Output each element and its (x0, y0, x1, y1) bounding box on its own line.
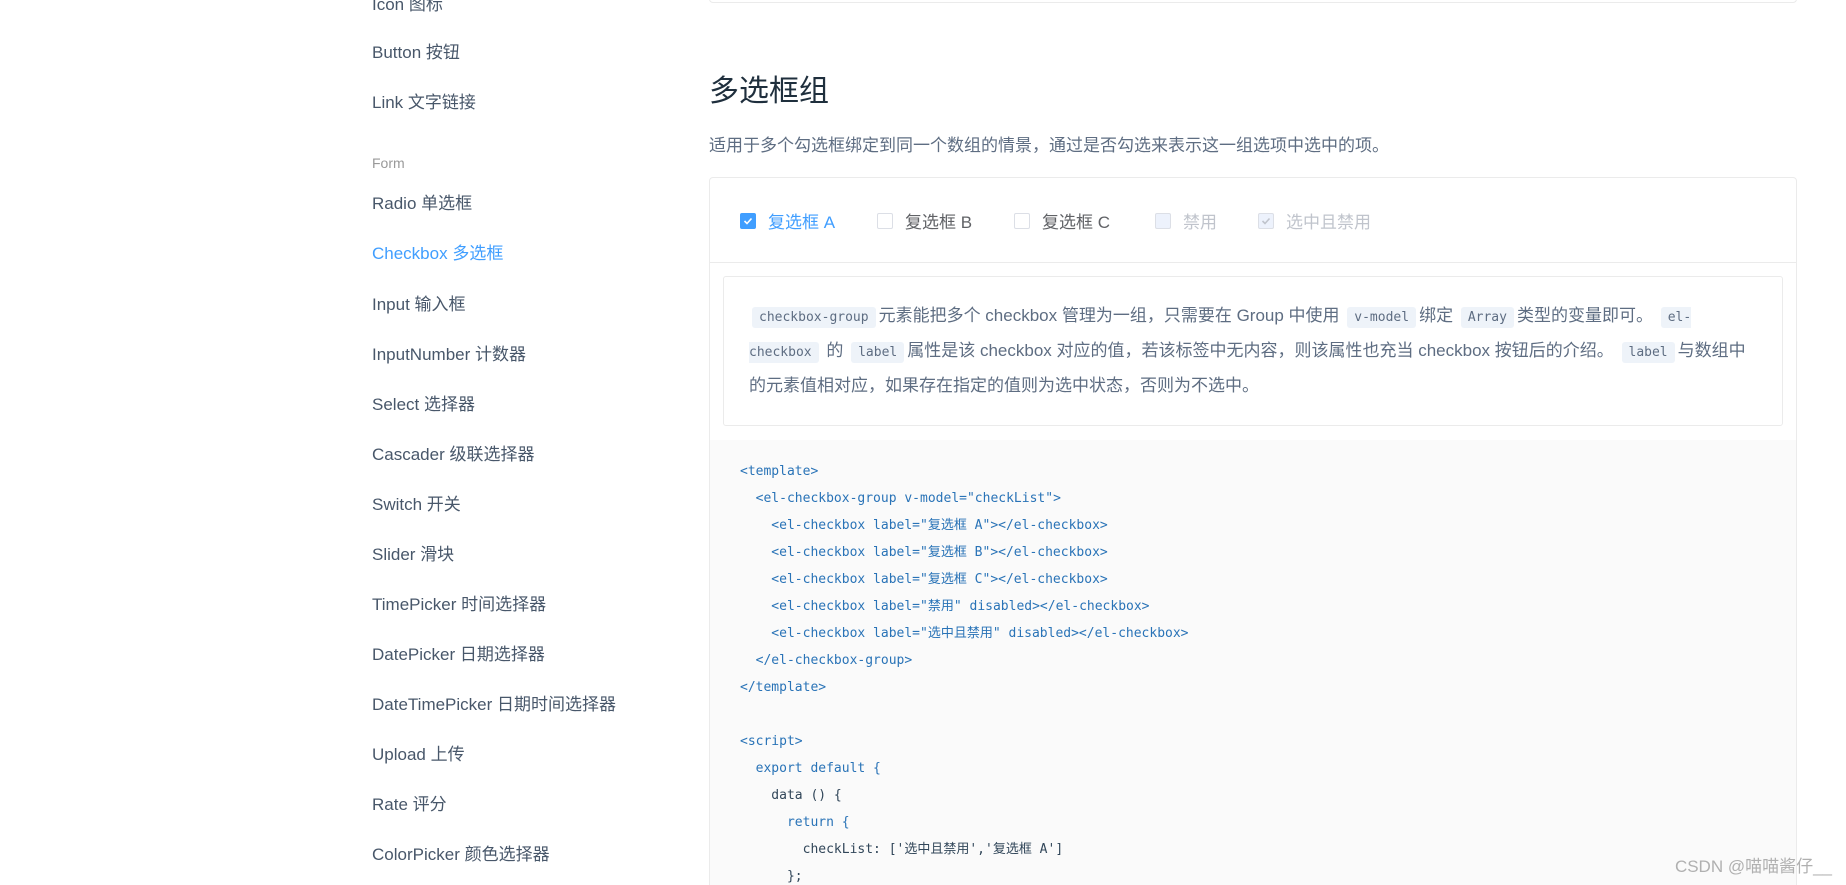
checkbox-c-box[interactable] (1014, 212, 1030, 229)
sidebar-item-switch[interactable]: Switch 开关 (372, 493, 461, 517)
code-inline: label (851, 342, 905, 363)
checkbox-b-label: 复选框 B (905, 213, 973, 232)
code-block: <template> <el-checkbox-group v-model="c… (710, 440, 1796, 885)
sidebar-item-checkbox[interactable]: Checkbox 多选框 (372, 242, 503, 266)
check-icon (1261, 217, 1271, 225)
demo-block: 复选框 A 复选框 B 复选框 C 禁用 选中且禁用 checkbox-grou… (709, 177, 1797, 885)
code-line: <el-checkbox label="禁用" disabled></el-ch… (740, 599, 1150, 614)
code-line: <el-checkbox label="复选框 A"></el-checkbox… (740, 518, 1108, 533)
sidebar-item-link[interactable]: Link 文字链接 (372, 91, 476, 115)
sidebar-item-rate[interactable]: Rate 评分 (372, 793, 447, 817)
sidebar-item-slider[interactable]: Slider 滑块 (372, 543, 454, 567)
checkbox-checked-disabled: 选中且禁用 (1258, 208, 1371, 233)
doc-text: 元素能把多个 checkbox 管理为一组，只需要在 Group 中使用 (878, 306, 1340, 325)
checkbox-a-label: 复选框 A (768, 213, 836, 232)
sidebar-item-select[interactable]: Select 选择器 (372, 393, 475, 417)
sidebar-item-datetimepicker[interactable]: DateTimePicker 日期时间选择器 (372, 693, 616, 717)
page: Icon 图标 Button 按钮 Link 文字链接 Form Radio 单… (0, 0, 1846, 885)
checkbox-c-label: 复选框 C (1042, 213, 1110, 232)
sidebar-item-timepicker[interactable]: TimePicker 时间选择器 (372, 593, 546, 617)
sidebar-item-datepicker[interactable]: DatePicker 日期选择器 (372, 643, 545, 667)
code-line: </template> (740, 680, 827, 695)
sidebar-item-icon[interactable]: Icon 图标 (372, 0, 443, 17)
checkbox-a[interactable]: 复选框 A (740, 208, 835, 233)
sidebar-item-radio[interactable]: Radio 单选框 (372, 192, 472, 216)
section-title: 多选框组 (709, 75, 829, 108)
code-line: }; (740, 869, 803, 884)
code-line: <el-checkbox label="选中且禁用" disabled></el… (740, 626, 1189, 641)
demo-source: 复选框 A 复选框 B 复选框 C 禁用 选中且禁用 (710, 178, 1796, 263)
sidebar-item-input[interactable]: Input 输入框 (372, 293, 466, 317)
sidebar-nav: Icon 图标 Button 按钮 Link 文字链接 Form Radio 单… (0, 0, 700, 885)
sidebar-item-upload[interactable]: Upload 上传 (372, 743, 465, 767)
previous-demo-block-edge (709, 0, 1797, 3)
code-line: <el-checkbox-group v-model="checkList"> (740, 491, 1061, 506)
watermark: CSDN @喵喵酱仔__ (1674, 857, 1832, 876)
code-line: </el-checkbox-group> (740, 653, 913, 668)
sidebar-group-form: Form (372, 155, 405, 171)
checkbox-checked-disabled-label: 选中且禁用 (1286, 213, 1371, 232)
checkbox-disabled-box (1155, 212, 1171, 229)
code-line: <el-checkbox label="复选框 C"></el-checkbox… (740, 572, 1108, 587)
checkbox-b-box[interactable] (877, 212, 893, 229)
sidebar-item-cascader[interactable]: Cascader 级联选择器 (372, 443, 534, 467)
doc-text: 类型的变量即可。 (1516, 306, 1653, 325)
code-line: <el-checkbox label="复选框 B"></el-checkbox… (740, 545, 1108, 560)
demo-description: checkbox-group 元素能把多个 checkbox 管理为一组，只需要在… (723, 276, 1783, 426)
code-line: return { (740, 815, 850, 830)
doc-text: 的 (826, 341, 844, 360)
checkbox-b[interactable]: 复选框 B (877, 208, 972, 233)
checkbox-disabled: 禁用 (1155, 208, 1217, 233)
checkbox-c[interactable]: 复选框 C (1014, 208, 1110, 233)
sidebar-item-button[interactable]: Button 按钮 (372, 41, 460, 65)
section-description: 适用于多个勾选框绑定到同一个数组的情景，通过是否勾选来表示这一组选项中选中的项。 (709, 136, 1389, 155)
sidebar-item-inputnumber[interactable]: InputNumber 计数器 (372, 343, 526, 367)
checkbox-a-box[interactable] (740, 212, 756, 229)
code-line: <script> (740, 734, 803, 749)
checkbox-disabled-label: 禁用 (1183, 213, 1217, 232)
code-inline: v-model (1347, 307, 1417, 328)
doc-text: 绑定 (1419, 306, 1454, 325)
code-inline: checkbox-group (752, 307, 876, 328)
code-inline: label (1621, 342, 1675, 363)
sidebar-item-colorpicker[interactable]: ColorPicker 颜色选择器 (372, 843, 550, 867)
checkbox-checked-disabled-box (1258, 212, 1274, 229)
doc-text: 属性是该 checkbox 对应的值，若该标签中无内容，则该属性也充当 chec… (907, 341, 1614, 360)
code-line: checkList: ['选中且禁用','复选框 A'] (740, 842, 1064, 857)
main-content: 多选框组 适用于多个勾选框绑定到同一个数组的情景，通过是否勾选来表示这一组选项中… (709, 0, 1799, 885)
code-line: export default { (740, 761, 881, 776)
code-line: <template> (740, 464, 819, 479)
code-inline: Array (1460, 307, 1514, 328)
check-icon (743, 217, 753, 225)
code-line: data () { (740, 788, 842, 803)
